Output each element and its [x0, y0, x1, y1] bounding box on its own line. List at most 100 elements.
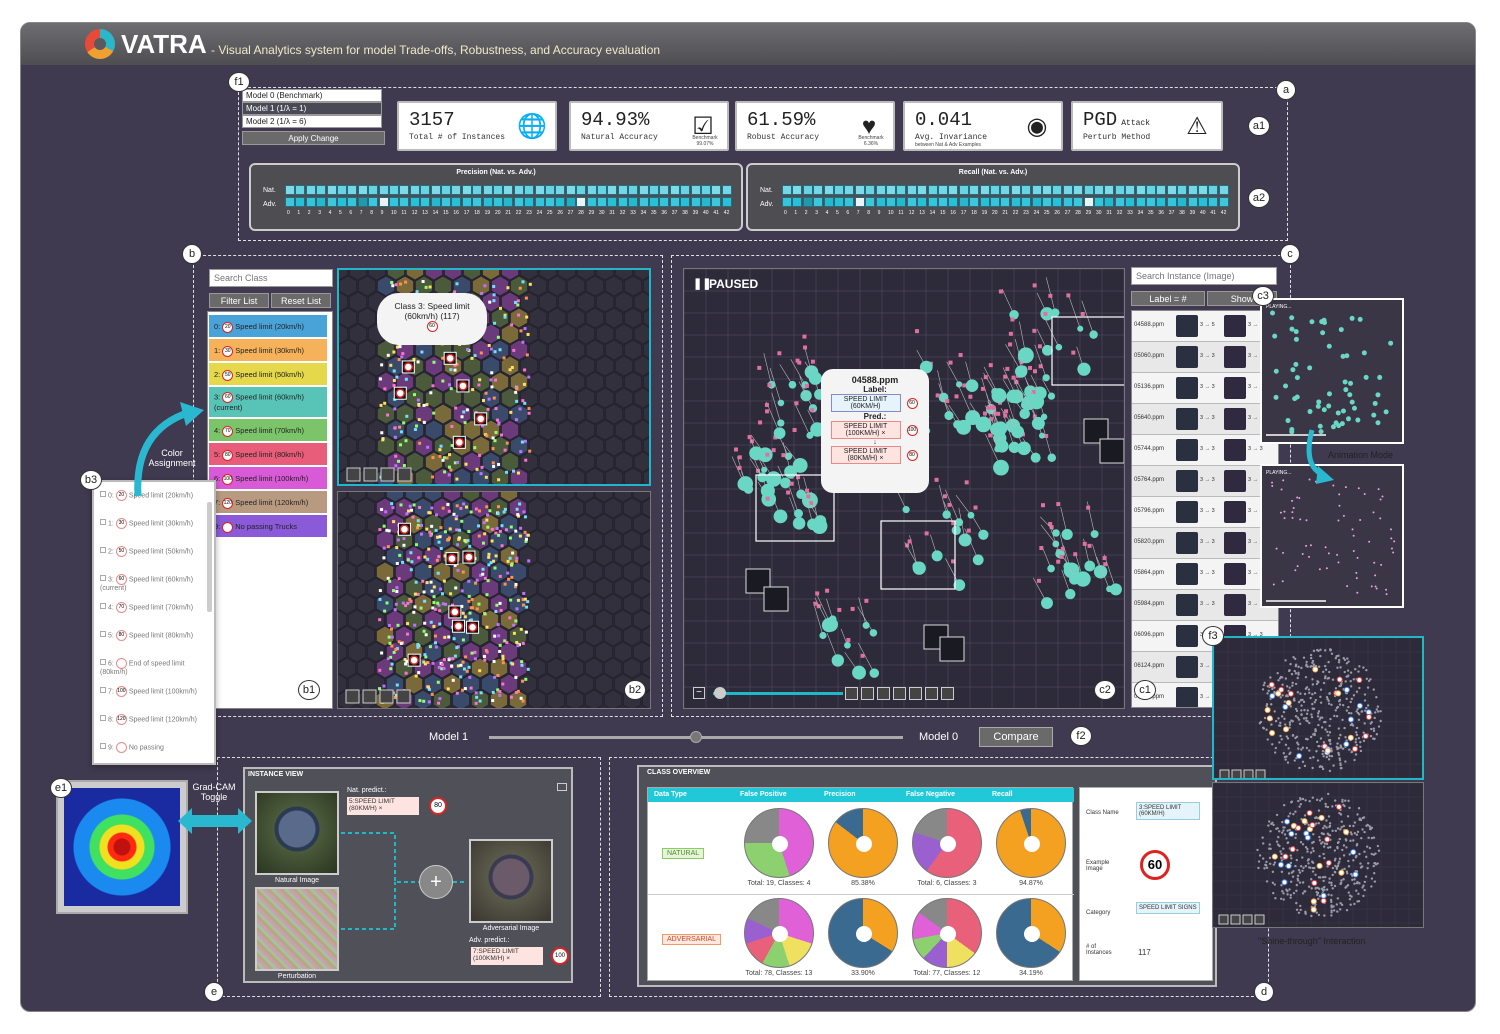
heat-cell-adv[interactable]	[1104, 197, 1115, 207]
hex-cell[interactable]	[509, 275, 529, 297]
hex-cell[interactable]	[565, 625, 585, 647]
hex-cell[interactable]	[404, 545, 424, 567]
hex-cell[interactable]	[603, 657, 623, 679]
hex-cell[interactable]	[433, 435, 453, 457]
hex-cell[interactable]	[595, 451, 615, 473]
hex-cell[interactable]	[557, 419, 577, 441]
instance-point[interactable]	[975, 416, 992, 433]
hex-cell[interactable]	[357, 339, 377, 361]
hex-cell[interactable]	[575, 641, 595, 663]
heat-cell-nat[interactable]	[545, 185, 555, 195]
hex-cell[interactable]	[623, 339, 643, 361]
b3-list-item[interactable]: 3: 60 Speed limit (60km/h) (current)	[100, 574, 210, 592]
hex-cell[interactable]	[528, 435, 548, 457]
heat-cell-adv[interactable]	[524, 197, 535, 207]
heat-cell-nat[interactable]	[1208, 185, 1219, 195]
hex-cell[interactable]	[584, 497, 604, 519]
checkbox-icon[interactable]	[100, 715, 106, 722]
instance-point[interactable]	[1017, 347, 1034, 364]
hex-cell[interactable]	[338, 561, 357, 583]
hex-cell[interactable]	[566, 403, 586, 425]
time-slider-thumb[interactable]	[713, 687, 726, 699]
heat-cell-nat[interactable]	[896, 185, 907, 195]
b3-list-item[interactable]: 5: 80 Speed limit (80km/h)	[100, 630, 210, 641]
hex-cell[interactable]	[423, 641, 443, 663]
hex-cell[interactable]	[585, 275, 605, 297]
hex-cell[interactable]	[566, 307, 586, 329]
instance-point[interactable]	[1077, 362, 1091, 376]
checkbox-icon[interactable]	[100, 659, 106, 666]
class-item[interactable]: 7: 120 Speed limit (120km/h)	[209, 491, 327, 514]
class-item[interactable]: 4: 70 Speed limit (70km/h)	[209, 419, 327, 442]
hex-cell[interactable]	[519, 387, 539, 409]
heat-cell-adv[interactable]	[802, 197, 813, 207]
instance-point[interactable]	[844, 641, 851, 649]
hex-cell[interactable]	[547, 307, 567, 329]
hex-cell[interactable]	[603, 561, 623, 583]
heat-cell-adv[interactable]	[628, 197, 639, 207]
hex-cell[interactable]	[565, 657, 585, 679]
hex-cell[interactable]	[500, 451, 520, 473]
hex-cell[interactable]	[622, 497, 642, 519]
hex-cell[interactable]	[538, 355, 558, 377]
hex-cell[interactable]	[518, 577, 538, 599]
hex-cell[interactable]	[376, 403, 396, 425]
instance-row[interactable]: 04588.ppm 3 → 53 → 7	[1132, 311, 1278, 342]
instance-point[interactable]	[1011, 425, 1025, 439]
hex-cell[interactable]	[566, 435, 586, 457]
hex-cell[interactable]	[585, 435, 605, 457]
instance-point[interactable]	[773, 509, 788, 524]
heat-cell-nat[interactable]	[399, 185, 410, 195]
hex-cell[interactable]	[347, 609, 367, 631]
hex-cell[interactable]	[347, 513, 367, 535]
heat-cell-nat[interactable]	[649, 185, 659, 195]
hex-cell[interactable]	[538, 291, 558, 313]
shine-tool-icon[interactable]	[1219, 769, 1230, 779]
zoom-tool-icon[interactable]	[861, 687, 874, 700]
heat-cell-nat[interactable]	[917, 185, 928, 195]
hex-cell[interactable]	[557, 323, 577, 345]
hex-cell[interactable]	[375, 497, 395, 519]
heat-cell-adv[interactable]	[555, 197, 566, 207]
hex-cell[interactable]	[527, 497, 547, 519]
heat-cell-adv[interactable]	[990, 197, 1000, 207]
hex-cell[interactable]	[576, 291, 596, 313]
heat-cell-nat[interactable]	[690, 185, 701, 195]
b3-list-item[interactable]: 6: End of speed limit (80km/h)	[100, 658, 210, 676]
heat-cell-adv[interactable]	[1083, 197, 1094, 207]
heat-cell-adv[interactable]	[347, 197, 358, 207]
heat-cell-nat[interactable]	[1073, 185, 1084, 195]
heat-cell-adv[interactable]	[285, 197, 295, 207]
hex-cell[interactable]	[405, 387, 425, 409]
heat-cell-adv[interactable]	[969, 197, 980, 207]
hex-cell[interactable]	[461, 513, 481, 535]
hex-cell[interactable]	[632, 609, 650, 631]
model-option[interactable]: Model 1 (1/λ = 1)	[242, 102, 382, 115]
hex-cell[interactable]	[613, 641, 633, 663]
instance-point[interactable]	[1090, 530, 1099, 539]
heat-cell-adv[interactable]	[1000, 197, 1011, 207]
heat-cell-nat[interactable]	[782, 185, 792, 195]
hex-cell[interactable]	[442, 673, 462, 695]
hex-cell[interactable]	[395, 435, 415, 457]
overview-pie[interactable]	[996, 808, 1066, 878]
hex-cell[interactable]	[604, 371, 624, 393]
instance-point[interactable]	[749, 446, 763, 461]
instance-point[interactable]	[1014, 365, 1028, 378]
heat-cell-adv[interactable]	[545, 197, 555, 207]
heat-cell-adv[interactable]	[576, 197, 587, 207]
hex-cell[interactable]	[614, 355, 634, 377]
hex-cell[interactable]	[490, 371, 510, 393]
heat-cell-adv[interactable]	[948, 197, 959, 207]
instance-point[interactable]	[954, 518, 964, 527]
heat-cell-nat[interactable]	[1104, 185, 1115, 195]
heat-cell-nat[interactable]	[1156, 185, 1167, 195]
hex-cell[interactable]	[547, 339, 567, 361]
heat-cell-adv[interactable]	[482, 197, 493, 207]
hex-cell[interactable]	[357, 403, 377, 425]
heat-cell-adv[interactable]	[503, 197, 514, 207]
heat-cell-adv[interactable]	[1094, 197, 1104, 207]
time-slider-track[interactable]	[713, 692, 843, 695]
heat-cell-nat[interactable]	[1114, 185, 1125, 195]
instance-point[interactable]	[777, 399, 785, 407]
